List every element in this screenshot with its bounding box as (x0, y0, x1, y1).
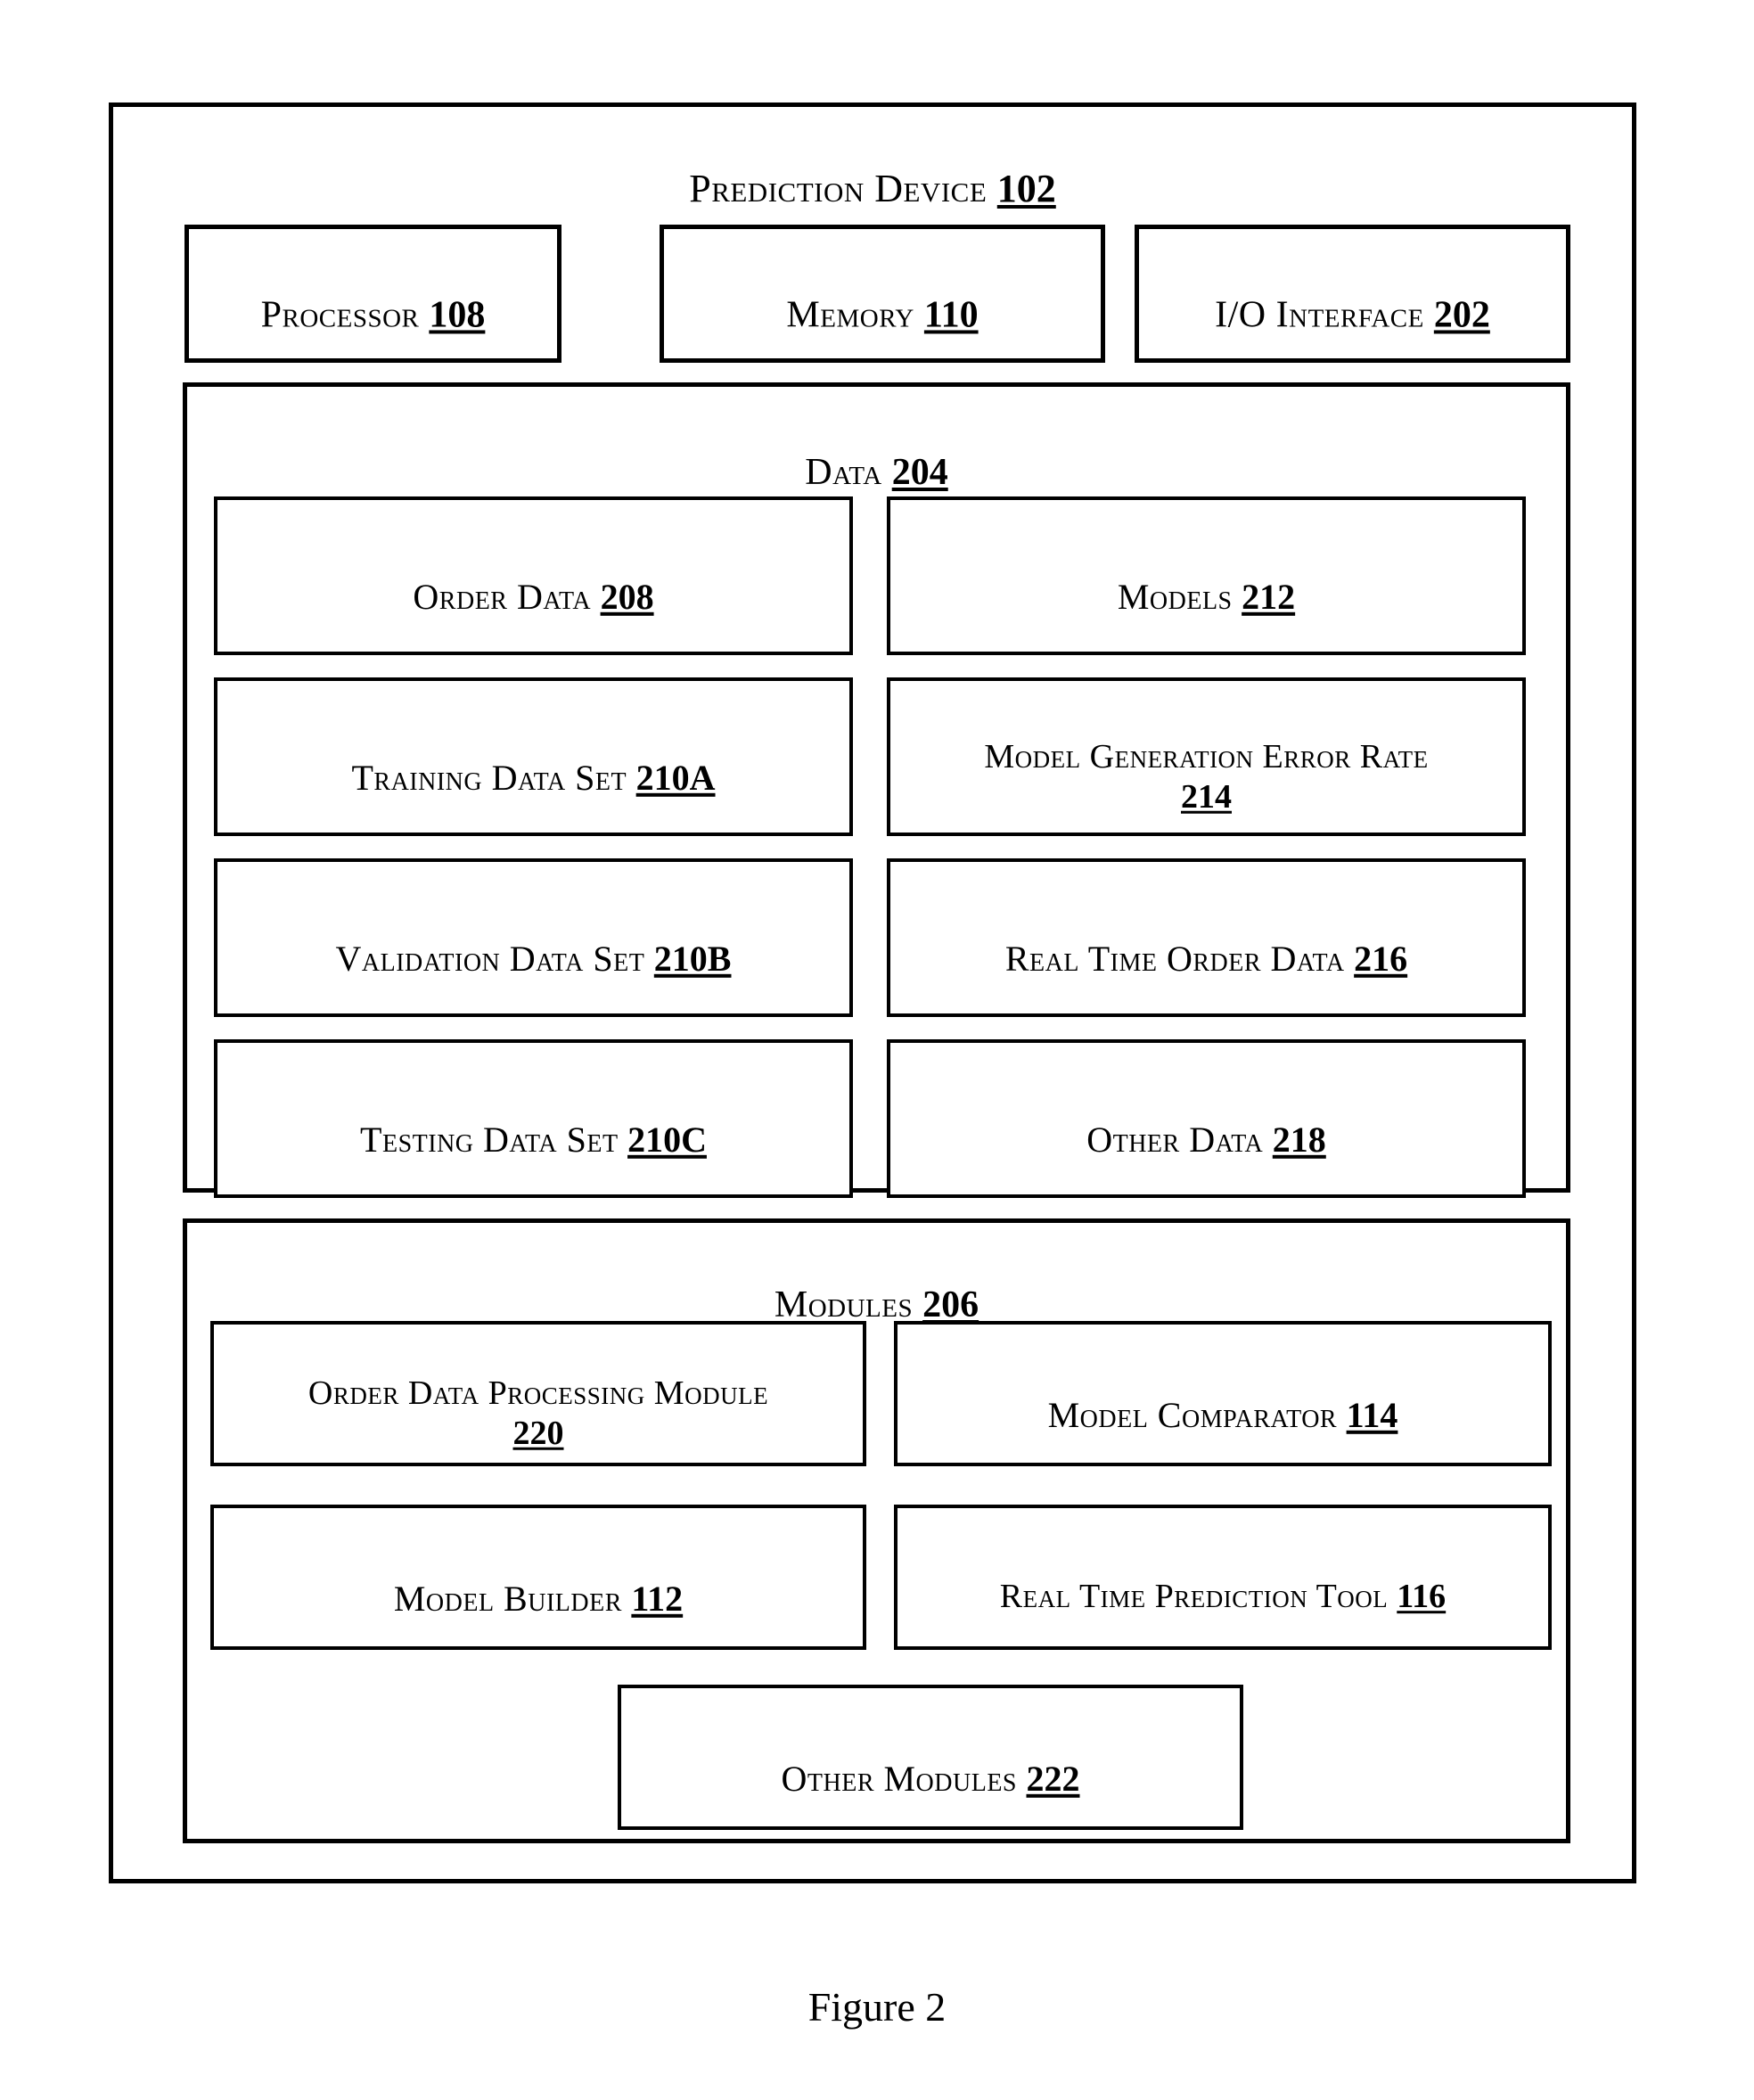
model-comparator-label: Model Comparator (1047, 1394, 1338, 1435)
testing-data-set-box[interactable]: Testing Data Set 210C (214, 1039, 853, 1198)
data-panel-title: Data 204 (187, 406, 1566, 495)
model-generation-error-rate-label: Model Generation Error Rate (984, 737, 1429, 775)
prediction-device-title-text: Prediction Device (689, 166, 988, 210)
model-comparator-caption: Model Comparator 114 (903, 1351, 1543, 1435)
models-box[interactable]: Models 212 (887, 496, 1526, 655)
model-builder-box[interactable]: Model Builder 112 (210, 1505, 866, 1650)
memory-ref: 110 (923, 294, 979, 336)
processor-label: Processor (260, 294, 420, 336)
other-modules-caption: Other Modules 222 (627, 1715, 1234, 1799)
testing-data-set-ref: 210C (627, 1120, 707, 1160)
data-panel-title-ref: 204 (891, 451, 948, 493)
model-comparator-ref: 114 (1346, 1394, 1398, 1435)
other-modules-box[interactable]: Other Modules 222 (618, 1685, 1243, 1830)
modules-panel-title-ref: 206 (922, 1284, 979, 1325)
order-data-ref: 208 (600, 577, 654, 617)
real-time-order-data-caption: Real Time Order Data 216 (896, 896, 1517, 980)
order-data-label: Order Data (413, 577, 592, 617)
models-caption: Models 212 (896, 534, 1517, 618)
model-generation-error-rate-caption: Model Generation Error Rate 214 (896, 697, 1517, 816)
real-time-order-data-ref: 216 (1354, 939, 1408, 979)
order-data-processing-module-ref: 220 (512, 1414, 564, 1452)
figure-caption: Figure 2 (807, 1984, 947, 2030)
testing-data-set-caption: Testing Data Set 210C (223, 1077, 844, 1161)
real-time-order-data-box[interactable]: Real Time Order Data 216 (887, 858, 1526, 1017)
other-data-label: Other Data (1086, 1120, 1264, 1160)
models-ref: 212 (1242, 577, 1296, 617)
order-data-processing-module-caption: Order Data Processing Module 220 (219, 1333, 857, 1453)
training-data-set-caption: Training Data Set 210A (223, 715, 844, 799)
prediction-device-title-ref: 102 (996, 166, 1056, 210)
data-panel: Data 204 Order Data 208 Training Data Se… (183, 382, 1570, 1198)
modules-panel-title: Modules 206 (187, 1239, 1566, 1327)
real-time-prediction-tool-ref: 116 (1397, 1578, 1447, 1616)
figure-page: Prediction Device 102 Processor 108 Memo… (0, 0, 1754, 2100)
modules-panel-title-text: Modules (774, 1284, 914, 1325)
processor-caption: Processor 108 (194, 250, 552, 338)
validation-data-set-ref: 210B (653, 939, 732, 979)
validation-data-set-label: Validation Data Set (335, 939, 645, 979)
modules-panel: Modules 206 Order Data Processing Module… (183, 1218, 1570, 1843)
order-data-processing-module-box[interactable]: Order Data Processing Module 220 (210, 1321, 866, 1466)
order-data-processing-module-label: Order Data Processing Module (307, 1374, 769, 1413)
prediction-device-container: Prediction Device 102 Processor 108 Memo… (109, 103, 1636, 1883)
other-data-box[interactable]: Other Data 218 (887, 1039, 1526, 1198)
data-panel-title-text: Data (805, 451, 882, 493)
processor-box[interactable]: Processor 108 (184, 225, 561, 363)
model-builder-caption: Model Builder 112 (219, 1535, 857, 1619)
validation-data-set-caption: Validation Data Set 210B (223, 896, 844, 980)
training-data-set-box[interactable]: Training Data Set 210A (214, 677, 853, 836)
other-data-ref: 218 (1272, 1120, 1326, 1160)
real-time-prediction-tool-label: Real Time Prediction Tool (999, 1578, 1389, 1616)
training-data-set-ref: 210A (635, 758, 716, 798)
model-generation-error-rate-ref: 214 (1181, 777, 1232, 816)
model-generation-error-rate-box[interactable]: Model Generation Error Rate 214 (887, 677, 1526, 836)
model-builder-label: Model Builder (393, 1578, 622, 1619)
processor-ref: 108 (429, 294, 486, 336)
memory-label: Memory (786, 294, 914, 336)
io-interface-label: I/O Interface (1215, 294, 1424, 336)
order-data-box[interactable]: Order Data 208 (214, 496, 853, 655)
io-interface-box[interactable]: I/O Interface 202 (1135, 225, 1570, 363)
validation-data-set-box[interactable]: Validation Data Set 210B (214, 858, 853, 1017)
model-builder-ref: 112 (631, 1578, 684, 1619)
other-modules-label: Other Modules (781, 1758, 1017, 1799)
memory-box[interactable]: Memory 110 (660, 225, 1105, 363)
prediction-device-title: Prediction Device 102 (113, 119, 1632, 212)
memory-caption: Memory 110 (669, 250, 1095, 338)
models-label: Models (1117, 577, 1233, 617)
real-time-prediction-tool-caption: Real Time Prediction Tool 116 (903, 1538, 1543, 1618)
real-time-prediction-tool-box[interactable]: Real Time Prediction Tool 116 (894, 1505, 1552, 1650)
io-interface-caption: I/O Interface 202 (1144, 250, 1561, 338)
real-time-order-data-label: Real Time Order Data (1004, 939, 1345, 979)
other-modules-ref: 222 (1026, 1758, 1080, 1799)
io-interface-ref: 202 (1433, 294, 1490, 336)
training-data-set-label: Training Data Set (351, 758, 627, 798)
other-data-caption: Other Data 218 (896, 1077, 1517, 1161)
model-comparator-box[interactable]: Model Comparator 114 (894, 1321, 1552, 1466)
order-data-caption: Order Data 208 (223, 534, 844, 618)
testing-data-set-label: Testing Data Set (360, 1120, 619, 1160)
